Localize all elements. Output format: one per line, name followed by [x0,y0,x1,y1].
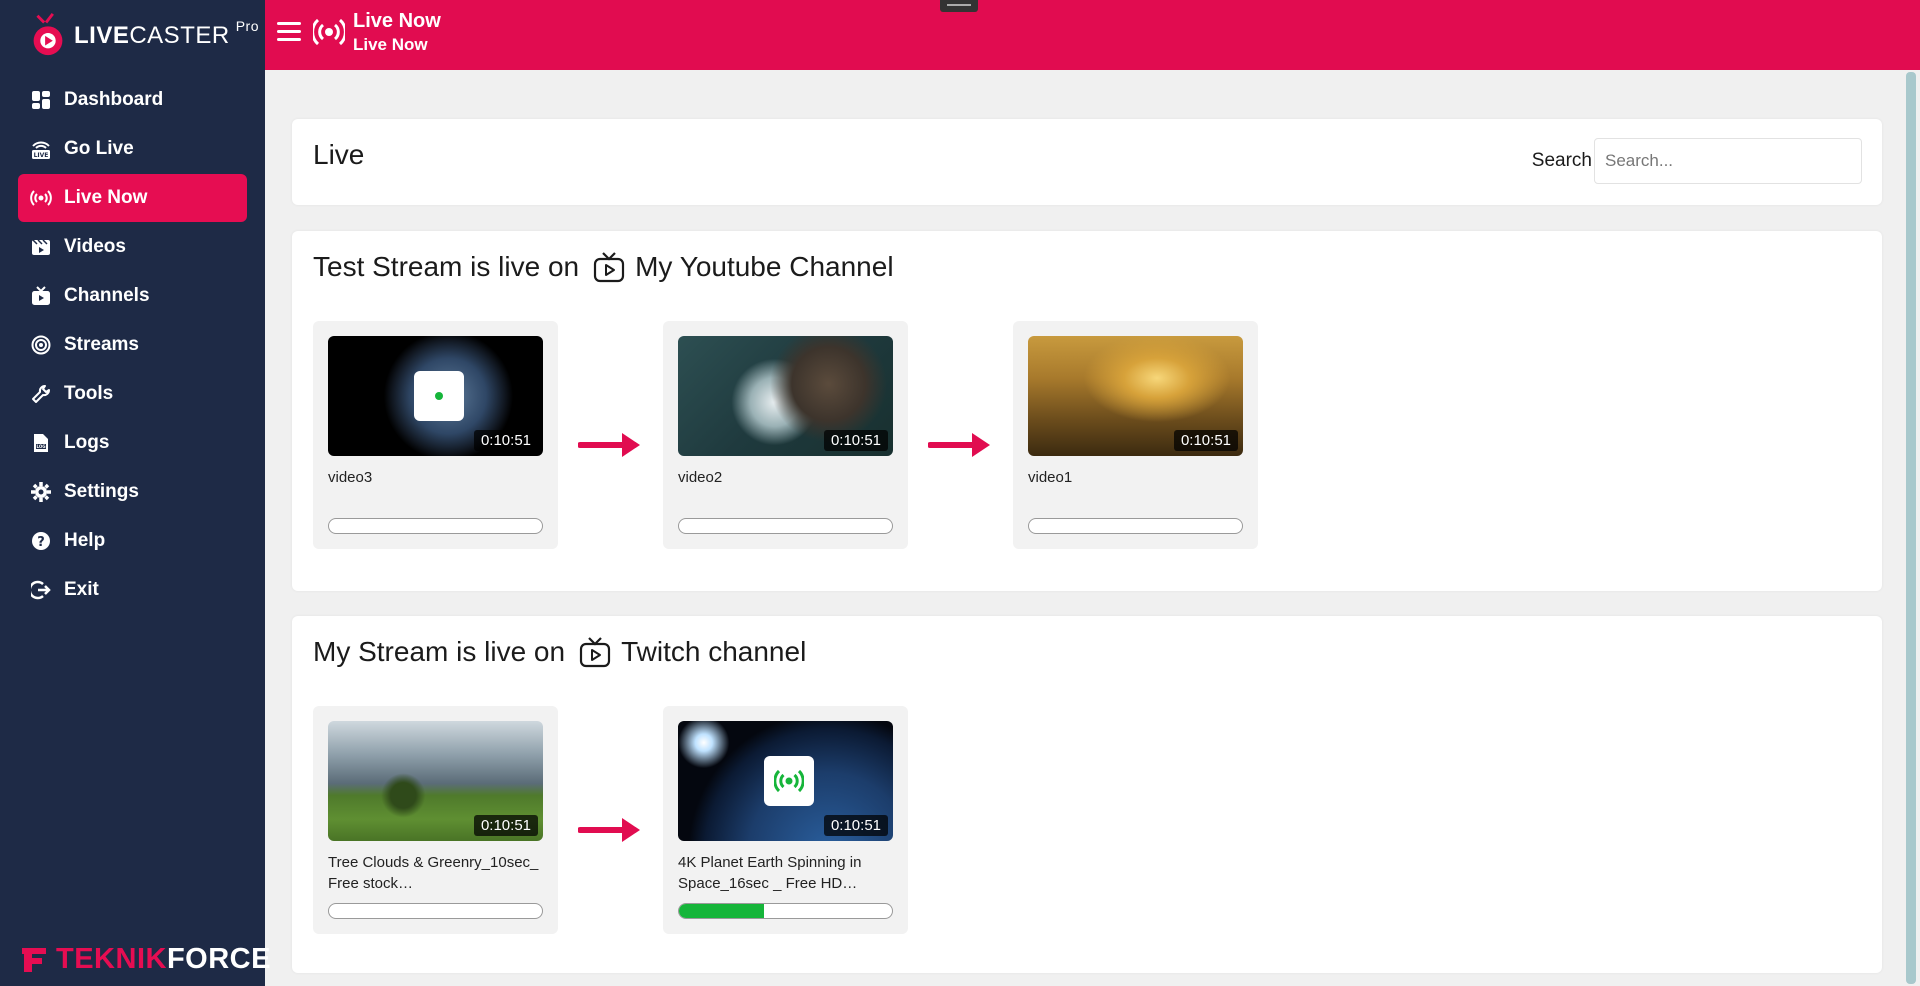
video-progress [328,518,543,534]
video-thumbnail[interactable]: 0:10:51 [678,336,893,456]
video-name: video3 [328,469,373,486]
video-name: video1 [1028,469,1073,486]
video-icon [30,236,52,258]
tv-icon [579,637,611,668]
page-title: Live Now [353,10,441,32]
teknikforce-logo-icon [22,947,46,972]
video-progress [678,518,893,534]
sidebar-item-label: Go Live [64,138,134,159]
video-thumbnail[interactable]: 0:10:51 [328,336,543,456]
now-playing-badge [414,371,464,421]
arrow-right-icon [578,433,640,457]
broadcast-icon [313,18,345,46]
sidebar-item-label: Exit [64,579,99,600]
sidebar-item-tools[interactable]: Tools [18,370,247,418]
tv-icon [594,252,625,283]
help-icon: ? [30,530,52,552]
broadcast-icon [30,187,52,209]
breadcrumb: Live Now [353,35,428,54]
arrow-right-icon [578,818,640,842]
video-thumbnail[interactable]: 0:10:51 [328,721,543,841]
stream-icon [30,334,52,356]
sidebar-item-dashboard[interactable]: Dashboard [18,76,247,124]
stream-heading: Test Stream is live on My Youtube Channe… [313,251,894,283]
broadcast-icon [774,769,804,793]
tools-icon [30,383,52,405]
sidebar-item-label: Logs [64,432,110,453]
live-badge [764,756,814,806]
video-tile[interactable]: 0:10:51 video3 [313,321,558,549]
sidebar-item-exit[interactable]: Exit [18,566,247,614]
sidebar-item-label: Channels [64,285,150,306]
brand-text-left: TEKNIK [56,943,167,975]
video-progress [678,903,893,919]
search-input[interactable] [1594,138,1862,184]
top-bar: Live Now Live Now [265,0,1920,70]
section-title: Live [313,139,365,170]
video-duration: 0:10:51 [823,815,888,836]
livecaster-logo-icon [33,12,63,56]
video-tile[interactable]: 0:10:51 video2 [663,321,908,549]
tv-icon [30,285,52,307]
app-logo[interactable]: LIVECASTER Pro [28,4,259,64]
video-name: Tree Clouds & Greenry_10sec_ Free stock… [328,854,539,892]
sidebar-item-label: Settings [64,481,139,502]
sidebar-item-go-live[interactable]: LIVE Go Live [18,125,247,173]
exit-icon [30,579,52,601]
drag-handle[interactable] [940,0,978,12]
video-name: video2 [678,469,723,486]
sidebar-item-label: Tools [64,383,114,404]
video-duration: 0:10:51 [473,815,538,836]
video-tile[interactable]: 0:10:51 Tree Clouds & Greenry_10sec_ Fre… [313,706,558,934]
sidebar-item-label: Videos [64,236,126,257]
video-name: 4K Planet Earth Spinning in Space_16sec … [678,854,862,892]
dot-icon [435,392,443,400]
stream-card: Test Stream is live on My Youtube Channe… [292,231,1882,591]
sidebar-item-settings[interactable]: Settings [18,468,247,516]
sidebar-item-label: Live Now [64,187,148,208]
sidebar-item-videos[interactable]: Videos [18,223,247,271]
sidebar-item-label: Streams [64,334,139,355]
brand-text-right: FORCE [166,943,271,975]
sidebar: LIVECASTER Pro Dashboard LIVE Go Live Liv… [0,0,270,986]
sidebar-item-logs[interactable]: LOG Logs [18,419,247,467]
svg-text:LOG: LOG [36,444,45,449]
video-thumbnail[interactable]: 0:10:51 [1028,336,1243,456]
video-duration: 0:10:51 [1173,430,1238,451]
sidebar-nav: Dashboard LIVE Go Live Live Now Videos C… [18,76,247,615]
video-progress [1028,518,1243,534]
video-progress [328,903,543,919]
content-scrollbar[interactable] [1898,70,1920,986]
svg-text:?: ? [37,535,45,550]
sidebar-item-label: Dashboard [64,89,164,110]
gear-icon [30,481,52,503]
video-tile[interactable]: 0:10:51 4K Planet Earth Spinning in Spac… [663,706,908,934]
search-label: Search [1531,150,1592,171]
log-icon: LOG [30,432,52,454]
video-tile[interactable]: 0:10:51 video1 [1013,321,1258,549]
channel-name: Twitch channel [621,636,807,667]
stream-heading: My Stream is live on Twitch channel [313,636,806,668]
video-thumbnail[interactable]: 0:10:51 [678,721,893,841]
arrow-right-icon [928,433,990,457]
teknikforce-brand: TEKNIK FORCE [20,943,271,976]
sidebar-item-help[interactable]: ? Help [18,517,247,565]
stream-prefix: My Stream is live on [313,636,566,667]
sidebar-item-label: Help [64,530,106,551]
video-duration: 0:10:51 [823,430,888,451]
stream-prefix: Test Stream is live on [313,251,580,282]
svg-text:LIVE: LIVE [34,152,49,159]
logo-text: LIVECASTER Pro [74,18,259,49]
sidebar-item-channels[interactable]: Channels [18,272,247,320]
channel-name: My Youtube Channel [635,251,894,282]
go-live-icon: LIVE [30,138,52,160]
stream-card: My Stream is live on Twitch channel 0:10… [292,616,1882,973]
sidebar-item-live-now[interactable]: Live Now [18,174,247,222]
video-duration: 0:10:51 [473,430,538,451]
dashboard-icon [30,89,52,111]
menu-toggle-button[interactable] [277,22,301,44]
sidebar-item-streams[interactable]: Streams [18,321,247,369]
scrollbar-thumb[interactable] [1906,72,1916,984]
live-header-card: Live Search [292,119,1882,205]
